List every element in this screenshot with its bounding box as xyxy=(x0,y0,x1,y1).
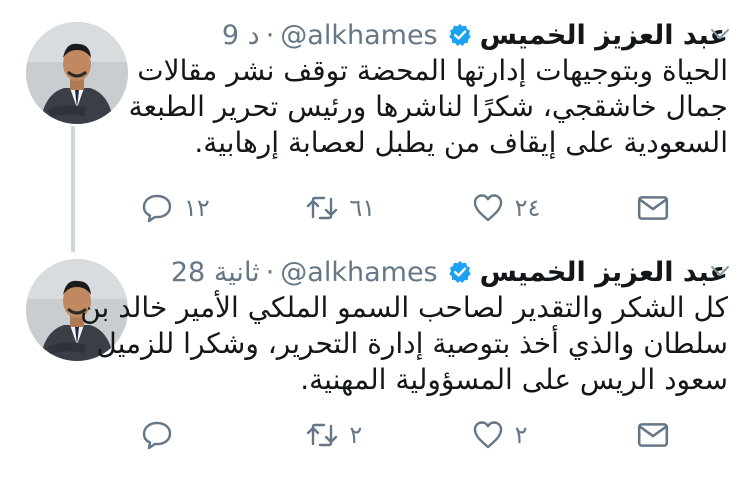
direct-message-icon xyxy=(637,196,669,220)
tweet-text-line: جمال خاشقجي، شكرًا لناشرها ورئيس تحرير ا… xyxy=(128,90,728,123)
reply-button[interactable] xyxy=(140,418,260,452)
retweet-icon xyxy=(307,196,338,220)
direct-message-button[interactable] xyxy=(636,418,670,452)
separator-dot: · xyxy=(265,256,275,288)
tweet-text-line: السعودية على إيقاف من يطبل لعصابة إرهابي… xyxy=(194,126,728,159)
like-count: ٢٤ xyxy=(514,194,541,222)
tweet-timestamp[interactable]: 9 د xyxy=(222,20,260,51)
direct-message-button[interactable] xyxy=(636,191,670,225)
retweet-button[interactable]: ٦١ xyxy=(305,191,425,225)
tweet-text-line: سلطان والذي أخذ بتوصية إدارة التحرير، وش… xyxy=(96,327,728,360)
like-button[interactable]: ٢ xyxy=(471,418,591,452)
verified-badge-icon xyxy=(448,261,471,283)
retweet-count: ٦١ xyxy=(349,194,376,222)
like-count: ٢ xyxy=(514,421,528,449)
tweet-timestamp[interactable]: 28 ثانية xyxy=(171,257,260,288)
tweet-header: 9 د · @alkhames عبد العزيز الخميس xyxy=(140,16,728,54)
like-button[interactable]: ٢٤ xyxy=(471,191,591,225)
tweet-text-line: الحياة وبتوجيهات إدارتها المحضة توقف نشر… xyxy=(137,54,728,87)
retweet-button[interactable]: ٢ xyxy=(305,418,425,452)
reply-icon xyxy=(142,421,172,450)
like-icon xyxy=(473,194,502,222)
tweet[interactable]: 28 ثانية · @alkhames عبد العزيز الخميس ك… xyxy=(0,250,750,483)
chevron-down-icon[interactable] xyxy=(708,259,732,283)
verified-badge-icon xyxy=(448,24,471,46)
tweet-actions: ٢ ٢ xyxy=(140,417,670,453)
direct-message-icon xyxy=(637,423,669,447)
chevron-down-icon[interactable] xyxy=(708,22,732,46)
user-display-name[interactable]: عبد العزيز الخميس xyxy=(480,257,728,288)
retweet-icon xyxy=(307,423,338,447)
separator-dot: · xyxy=(265,19,275,51)
reply-icon xyxy=(142,194,172,223)
tweet-text-line: سعود الريس على المسؤولية المهنية. xyxy=(300,363,728,396)
user-display-name[interactable]: عبد العزيز الخميس xyxy=(480,20,728,51)
reply-button[interactable]: ١٢ xyxy=(140,191,260,225)
tweet-text: الحياة وبتوجيهات إدارتها المحضة توقف نشر… xyxy=(115,53,728,161)
user-handle[interactable]: @alkhames xyxy=(280,257,437,288)
tweet-header: 28 ثانية · @alkhames عبد العزيز الخميس xyxy=(140,253,728,291)
retweet-count: ٢ xyxy=(349,421,363,449)
tweet-text-line: كل الشكر والتقدير لصاحب السمو الملكي الأ… xyxy=(80,291,728,324)
like-icon xyxy=(473,421,502,449)
tweet-actions: ١٢ ٦١ ٢٤ xyxy=(140,190,670,226)
user-handle[interactable]: @alkhames xyxy=(280,20,437,51)
reply-count: ١٢ xyxy=(184,194,210,222)
tweet[interactable]: 9 د · @alkhames عبد العزيز الخميس الحياة… xyxy=(0,0,750,250)
tweet-text: كل الشكر والتقدير لصاحب السمو الملكي الأ… xyxy=(80,290,728,398)
avatar[interactable] xyxy=(26,22,128,124)
